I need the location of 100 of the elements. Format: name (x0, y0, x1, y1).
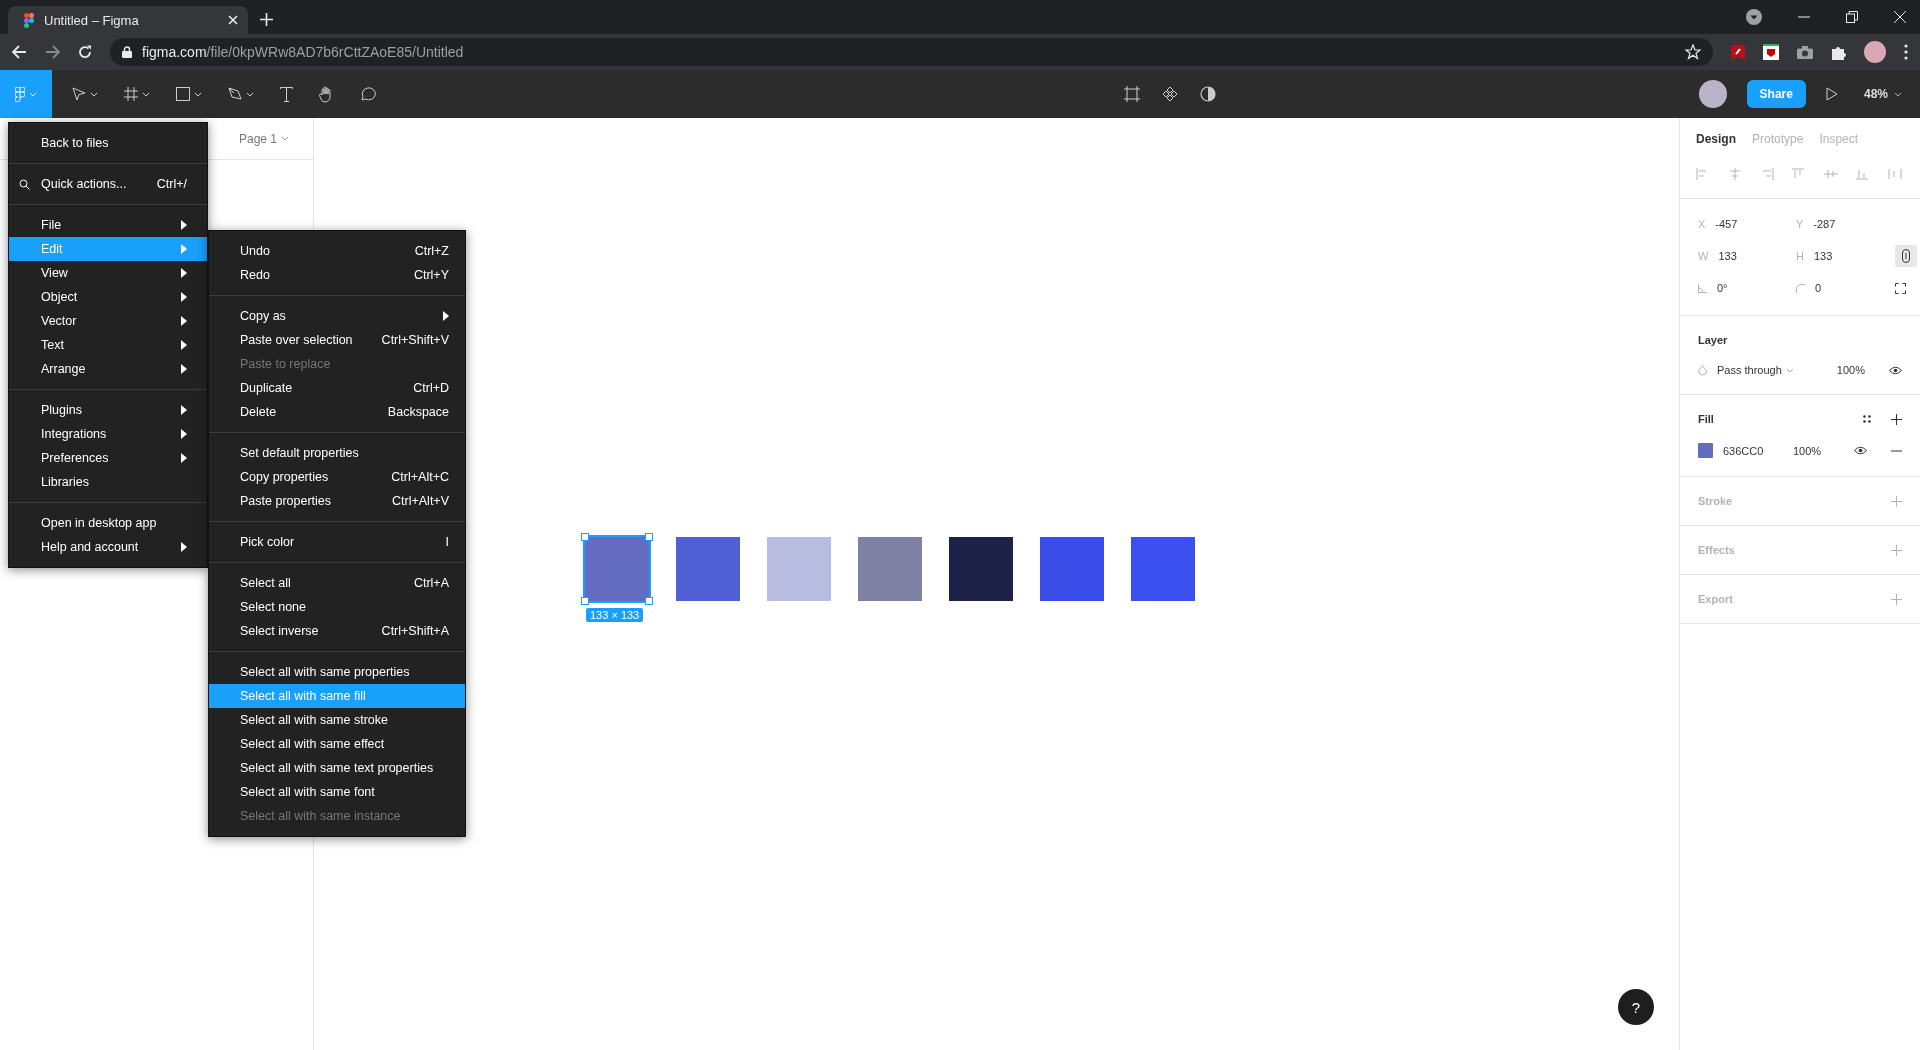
star-icon[interactable] (1685, 44, 1701, 60)
caret-icon (142, 91, 150, 97)
menu-item[interactable]: Arrange (9, 357, 207, 381)
menu-item[interactable]: Help and account (9, 535, 207, 559)
menu-item[interactable]: File (9, 213, 207, 237)
color-swatch[interactable] (1698, 443, 1713, 458)
submenu-arrow-icon (181, 244, 187, 254)
submenu-arrow-icon (181, 364, 187, 374)
back-icon[interactable] (12, 45, 27, 59)
restore-icon[interactable] (1846, 11, 1858, 23)
caret-icon (1785, 367, 1794, 373)
menu-item[interactable]: Delete Backspace (209, 400, 465, 424)
number-field[interactable]: Y -287 (1796, 218, 1895, 230)
resize-handle[interactable] (645, 533, 653, 541)
opacity-value[interactable]: 100% (1836, 364, 1865, 376)
extension-icon[interactable] (1763, 44, 1779, 60)
blend-mode-dropdown[interactable]: Pass through (1717, 364, 1794, 376)
hand-icon (319, 85, 334, 103)
user-avatar[interactable] (1698, 80, 1727, 108)
corner-radius-icon (1796, 283, 1805, 293)
camera-icon[interactable] (1797, 45, 1813, 59)
caret-icon (194, 91, 202, 97)
menu-item[interactable]: Select all with same effect (209, 732, 465, 756)
corner-radius-field[interactable]: 0 (1796, 282, 1895, 294)
reload-icon[interactable] (78, 45, 92, 59)
puzzle-icon[interactable] (1831, 44, 1846, 60)
help-button[interactable]: ? (1618, 989, 1654, 1025)
menu-item[interactable]: Copy as (209, 304, 465, 328)
size-label: 133 × 133 (586, 608, 644, 622)
opacity-value[interactable]: 100% (1793, 444, 1822, 457)
submenu-arrow-icon (181, 316, 187, 326)
menu-item[interactable]: Vector (9, 309, 207, 333)
expand-icon[interactable] (1895, 282, 1906, 294)
menu-item[interactable]: Back to files (9, 131, 207, 155)
profile-avatar[interactable] (1864, 41, 1886, 63)
menu-item[interactable]: Select all with same text properties (209, 756, 465, 780)
close-icon[interactable] (1894, 11, 1906, 23)
dropdown-circle-icon[interactable] (1746, 9, 1762, 25)
menu-item[interactable]: Libraries (9, 470, 207, 494)
speech-bubble-icon (360, 86, 376, 102)
minus-icon[interactable] (1891, 449, 1902, 452)
menu-item[interactable]: Undo Ctrl+Z (209, 239, 465, 263)
menu-item[interactable]: Plugins (9, 398, 207, 422)
menu-item[interactable]: Copy properties Ctrl+Alt+C (209, 465, 465, 489)
menu-item[interactable]: Select none (209, 595, 465, 619)
menu-item[interactable]: Paste over selection Ctrl+Shift+V (209, 328, 465, 352)
page-selector[interactable]: Page 1 (232, 130, 295, 147)
styles-icon[interactable] (1863, 415, 1871, 423)
section-title: Export (1698, 593, 1733, 605)
plus-icon[interactable] (1891, 413, 1902, 425)
menu-item[interactable]: Select all with same properties (209, 660, 465, 684)
menu-item[interactable]: Preferences (9, 446, 207, 470)
align-icon (1728, 168, 1742, 180)
caret-icon (246, 91, 254, 97)
menu-item[interactable]: Select all Ctrl+A (209, 571, 465, 595)
contrast-icon[interactable] (1200, 86, 1217, 102)
menu-item[interactable]: Object (9, 285, 207, 309)
close-icon[interactable] (228, 15, 238, 25)
menu-item[interactable]: Select all with same font (209, 780, 465, 804)
new-tab-icon[interactable] (260, 13, 273, 26)
eye-icon[interactable] (1889, 365, 1902, 375)
shortcut-label: Ctrl+Shift+V (381, 333, 449, 347)
more-icon[interactable] (1904, 44, 1908, 60)
component-frame-icon[interactable] (1124, 86, 1141, 102)
hash-icon (124, 87, 138, 101)
menu-item[interactable]: Select inverse Ctrl+Shift+A (209, 619, 465, 643)
forward-icon[interactable] (45, 45, 60, 59)
panel-tab[interactable]: Design (1696, 132, 1736, 146)
menu-item[interactable]: Duplicate Ctrl+D (209, 376, 465, 400)
constrain-proportions-button[interactable] (1895, 245, 1917, 267)
menu-item[interactable]: Quick actions... Ctrl+/ (9, 172, 207, 196)
menu-item[interactable]: View (9, 261, 207, 285)
text-icon (280, 86, 293, 102)
url-text: figma.com/file/0kpWRw8AD7b6rCttZAoE85/Untitled (142, 44, 464, 60)
diamond-icon[interactable] (1162, 86, 1179, 102)
address-bar[interactable]: figma.com/file/0kpWRw8AD7b6rCttZAoE85/Untitled (110, 38, 1713, 66)
extension-icon[interactable] (1731, 44, 1745, 60)
number-field[interactable]: W 133 (1698, 250, 1796, 262)
rotation-field[interactable]: 0° (1698, 282, 1796, 294)
menu-item[interactable]: Integrations (9, 422, 207, 446)
number-field[interactable]: X -457 (1698, 218, 1796, 230)
menu-item[interactable]: Redo Ctrl+Y (209, 263, 465, 287)
menu-item[interactable]: Open in desktop app (9, 511, 207, 535)
browser-tab[interactable]: Untitled – Figma (8, 6, 248, 34)
menu-item[interactable]: Paste properties Ctrl+Alt+V (209, 489, 465, 513)
menu-item[interactable]: Pick color I (209, 530, 465, 554)
resize-handle[interactable] (581, 597, 589, 605)
menu-item[interactable]: Set default properties (209, 441, 465, 465)
play-icon[interactable] (1825, 87, 1838, 101)
number-field[interactable]: H 133 (1796, 250, 1895, 262)
menu-item[interactable]: Select all with same stroke (209, 708, 465, 732)
search-icon (19, 178, 30, 190)
resize-handle[interactable] (581, 533, 589, 541)
section-title: Stroke (1698, 495, 1733, 507)
resize-handle[interactable] (645, 597, 653, 605)
zoom-dropdown[interactable]: 48% (1857, 86, 1908, 102)
eye-icon[interactable] (1854, 446, 1867, 455)
menu-item[interactable]: Text (9, 333, 207, 357)
shortcut-label: Ctrl+/ (156, 177, 187, 191)
hex-value[interactable]: 636CC0 (1723, 444, 1783, 457)
